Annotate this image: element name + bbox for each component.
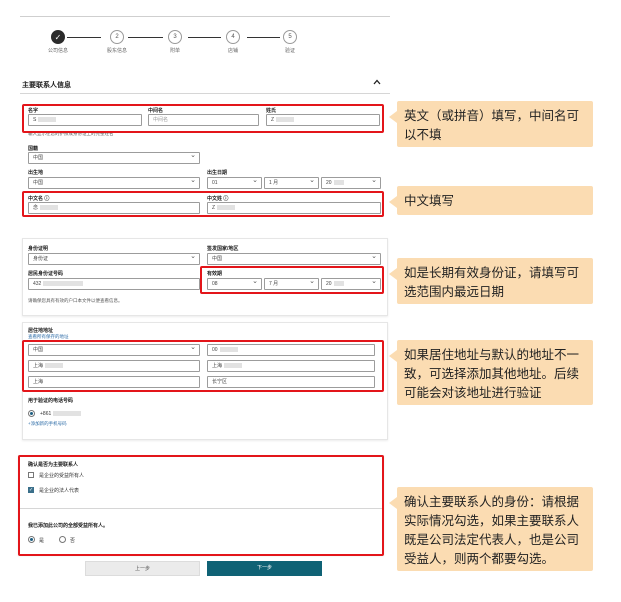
section-title: 主要联系人信息: [22, 82, 71, 89]
next-button[interactable]: 下一步: [207, 561, 322, 576]
highlight-name: [22, 104, 384, 133]
step-verify[interactable]: 5 验证: [265, 30, 315, 54]
birth-year-select[interactable]: 20: [321, 177, 381, 189]
id-type-label: 身份证明: [28, 246, 49, 252]
issuing-country-label: 签发国家/地区: [207, 246, 239, 252]
note-name: 英文（或拼音）填写，中间名可以不填: [389, 101, 593, 147]
birth-place-label: 出生地: [28, 170, 44, 176]
step-shareholder-info[interactable]: 2 股东信息: [92, 30, 142, 54]
step-company-info[interactable]: ✓ 公司信息: [33, 30, 83, 54]
add-phone-link[interactable]: +添加新的手机号码: [28, 421, 67, 427]
id-hint: 请确保您具有有效的户口本文件以便查看信息。: [28, 298, 123, 303]
note-confirm: 确认主要联系人的身份：请根据实际情况勾选，如果主要联系人既是公司法定代表人，也是…: [389, 487, 593, 571]
phone-value: +861: [40, 411, 82, 417]
step-label: 股东信息: [106, 48, 127, 54]
issuing-country-select[interactable]: 中国: [207, 253, 381, 265]
note-cn-name: 中文填写: [389, 186, 593, 215]
highlight-expiry: [200, 266, 384, 294]
step-label: 附单: [169, 48, 180, 54]
section-divider: [20, 93, 390, 94]
step-number: 5: [283, 30, 297, 44]
nationality-select[interactable]: 中国: [28, 152, 200, 164]
id-number-label: 居民身份证号码: [28, 271, 64, 277]
birth-day-select[interactable]: 01: [207, 177, 262, 189]
prev-button[interactable]: 上一步: [85, 561, 200, 576]
highlight-address: [22, 340, 384, 392]
note-address: 如果居住地址与默认的地址不一致，可选择添加其他地址。后续可能会对该地址进行验证: [389, 340, 593, 405]
id-number-input[interactable]: 432: [28, 278, 200, 290]
chevron-up-icon[interactable]: [373, 78, 381, 86]
note-expiry: 如是长期有效身份证，请填写可选范围内最远日期: [389, 258, 593, 304]
birth-place-select[interactable]: 中国: [28, 177, 200, 189]
id-type-select[interactable]: 身份证: [28, 253, 200, 265]
birth-date-label: 出生日期: [207, 170, 228, 176]
step-store[interactable]: 4 店铺: [208, 30, 258, 54]
birth-month-select[interactable]: 1 月: [264, 177, 319, 189]
nationality-label: 国籍: [28, 146, 39, 152]
phone-radio[interactable]: [28, 410, 35, 417]
step-number: 4: [226, 30, 240, 44]
step-number: 3: [168, 30, 182, 44]
address-label: 居住地地址: [28, 328, 54, 334]
step-number: 2: [110, 30, 124, 44]
highlight-cn-name: [22, 191, 384, 217]
step-label: 验证: [284, 48, 295, 54]
step-label: 店铺: [227, 48, 238, 54]
top-divider: [20, 16, 390, 17]
phone-label: 用于验证的电话号码: [28, 398, 74, 404]
highlight-confirm: [18, 455, 384, 556]
check-icon: ✓: [51, 30, 65, 44]
step-label: 公司信息: [47, 48, 68, 54]
step-attachment[interactable]: 3 附单: [150, 30, 200, 54]
